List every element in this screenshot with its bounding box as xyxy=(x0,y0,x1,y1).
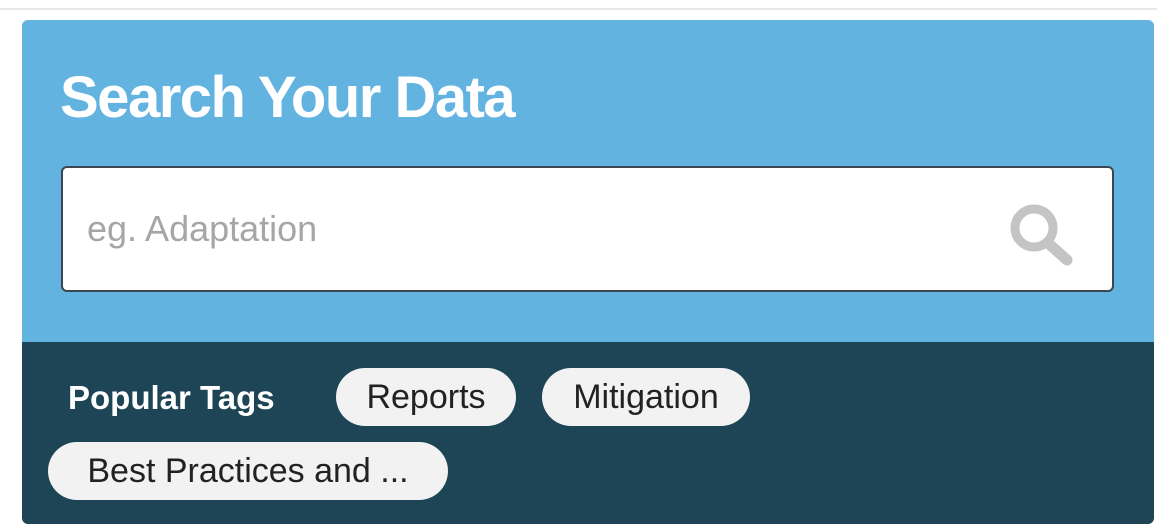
top-divider xyxy=(0,8,1157,10)
popular-tags-panel: Popular Tags Reports Mitigation Best Pra… xyxy=(22,342,1154,524)
search-input[interactable] xyxy=(87,168,967,290)
search-panel: Search Your Data xyxy=(22,20,1154,342)
search-box[interactable] xyxy=(61,166,1114,292)
popular-tags-label: Popular Tags xyxy=(68,379,275,416)
widget-title: Search Your Data xyxy=(60,65,516,130)
tag-best-practices[interactable]: Best Practices and ... xyxy=(48,442,448,500)
tag-reports[interactable]: Reports xyxy=(336,368,516,426)
tag-mitigation[interactable]: Mitigation xyxy=(542,368,750,426)
search-widget: Search Your Data Popular Tags Reports Mi… xyxy=(22,20,1154,524)
search-icon[interactable] xyxy=(1005,200,1077,268)
